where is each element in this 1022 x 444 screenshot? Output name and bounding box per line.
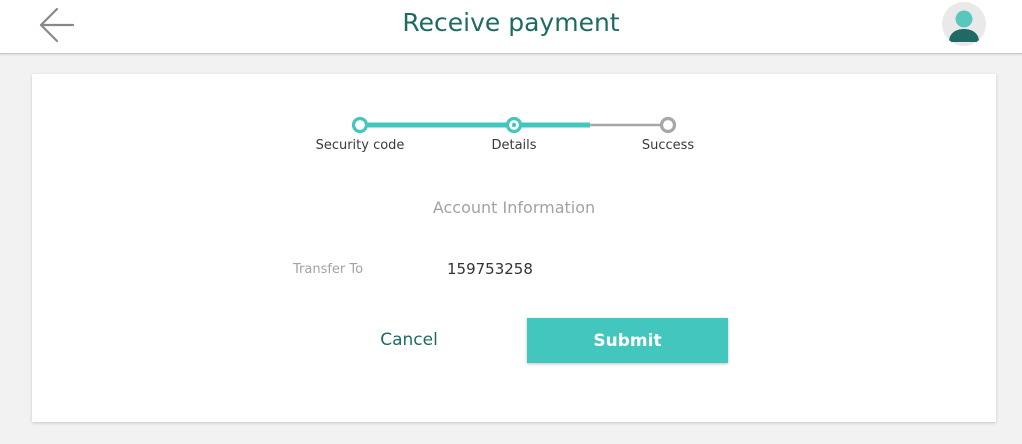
section-title: Account Information (432, 198, 596, 217)
step-dot-security-code (351, 116, 369, 134)
user-avatar-icon (949, 10, 979, 42)
app-header: Receive payment (0, 0, 1022, 54)
transfer-to-label: Transfer To (293, 262, 364, 277)
submit-button[interactable]: Submit (527, 318, 728, 363)
step-dot-details-inner (511, 122, 517, 128)
avatar[interactable] (942, 2, 986, 46)
transfer-to-value: 159753258 (447, 260, 533, 278)
payment-card: Security code Details Success Account In… (32, 74, 996, 422)
step-dot-success (659, 116, 677, 134)
step-label-security-code: Security code (315, 138, 405, 153)
page-title: Receive payment (402, 8, 620, 37)
stepper-track (351, 116, 677, 134)
step-label-details: Details (491, 138, 537, 153)
progress-stepper: Security code Details Success (32, 74, 996, 164)
step-label-success: Success (641, 138, 695, 153)
cancel-button[interactable]: Cancel (362, 320, 456, 360)
